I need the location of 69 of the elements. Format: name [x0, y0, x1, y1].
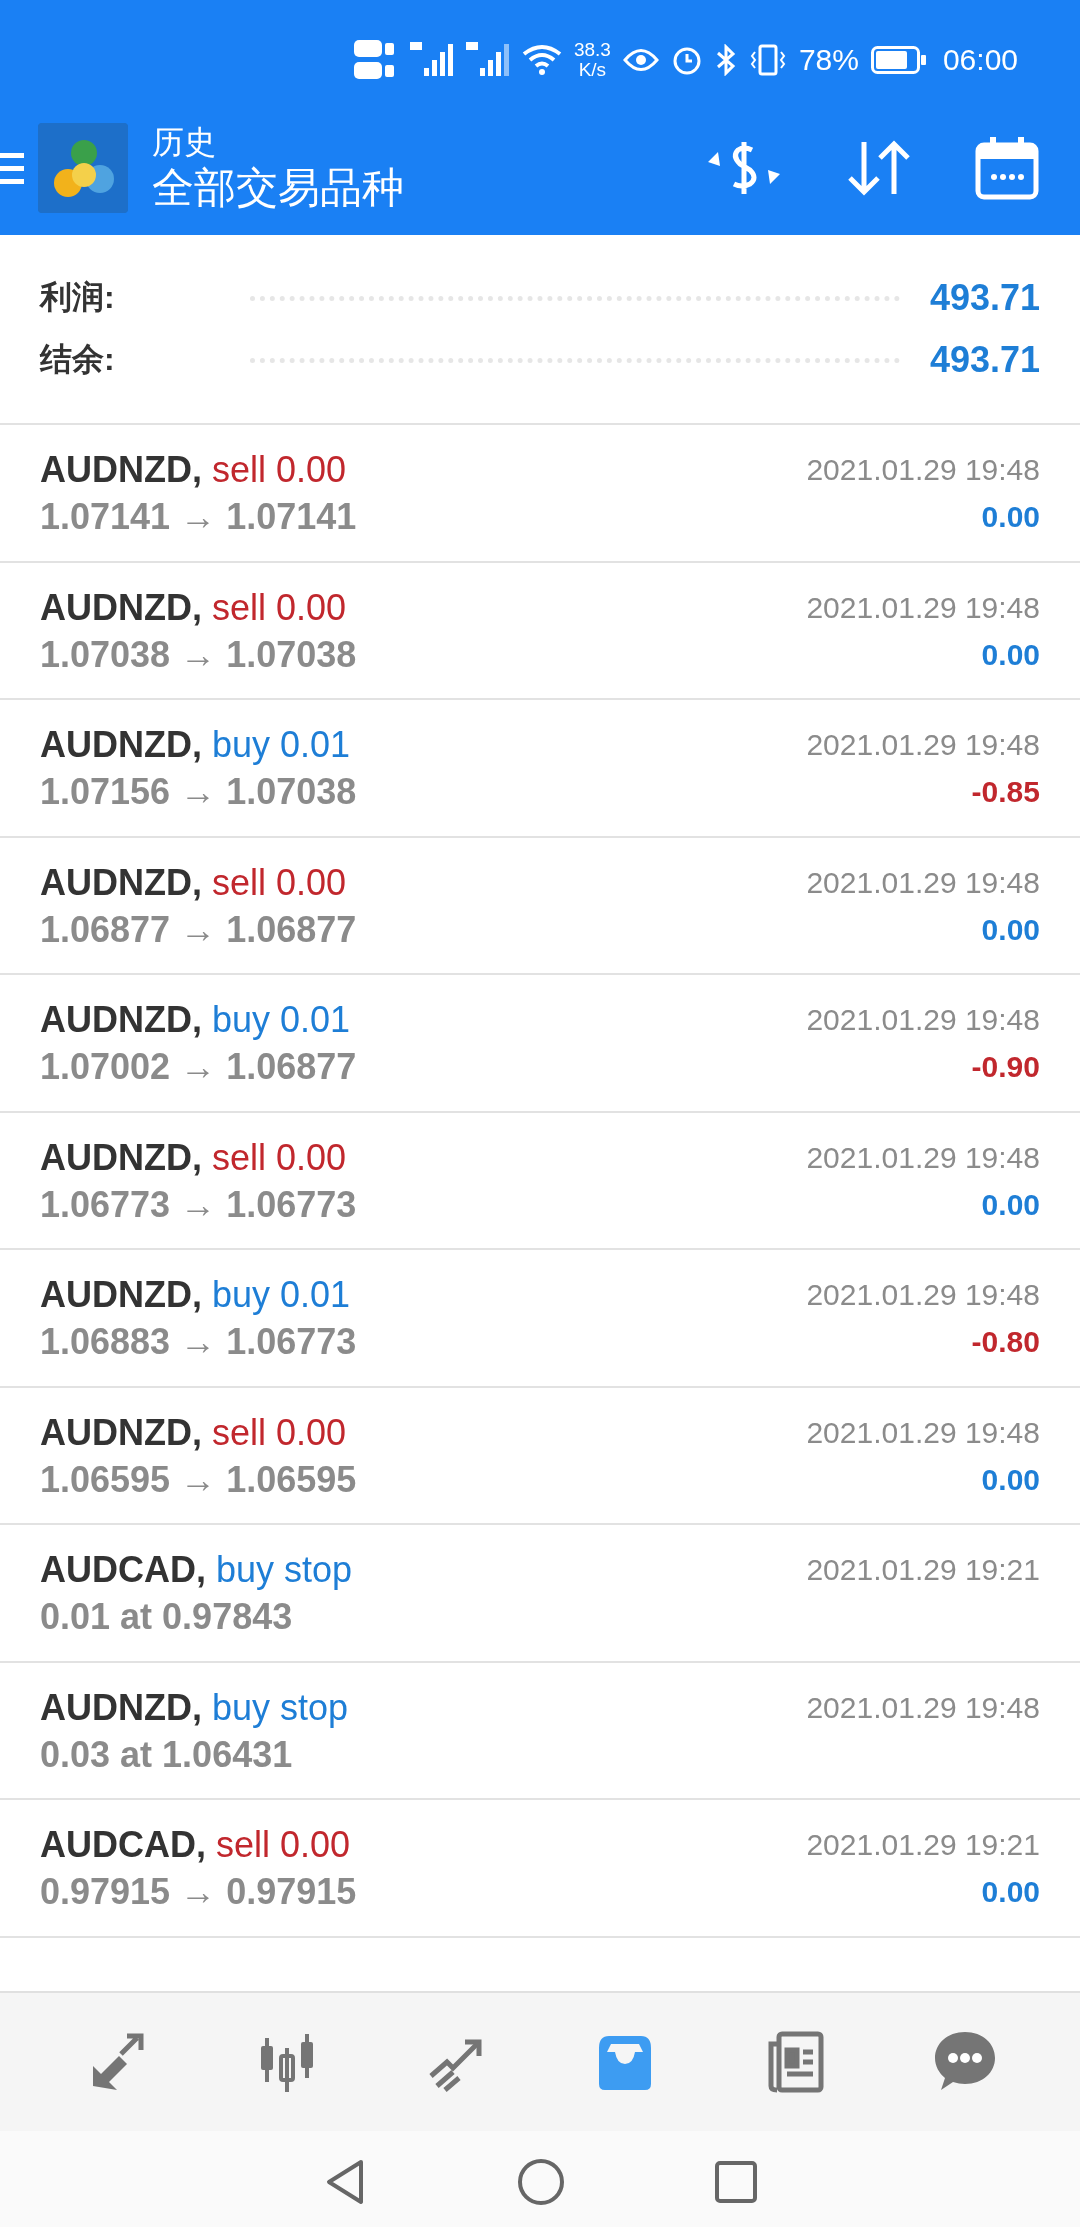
trade-title: AUDNZD, sell 0.00 [40, 585, 348, 630]
trade-detail: 0.01 at 0.97843 [40, 1595, 294, 1639]
trade-detail: 1.07141 → 1.07141 [40, 495, 357, 539]
screen-title: 历史 [152, 122, 217, 162]
trade-time: 2021.01.29 19:48 [806, 589, 1040, 626]
trade-detail: 0.03 at 1.06431 [40, 1732, 294, 1777]
summary-label: 结余: [40, 340, 116, 379]
clock-time: 06:00 [942, 43, 1018, 77]
trade-title: AUDNZD, buy stop [40, 1685, 349, 1730]
inbox-icon [599, 2035, 651, 2090]
symbol-filter[interactable]: 全部交易品种 [152, 161, 704, 214]
trade-profit: 0.00 [981, 499, 1040, 535]
bluetooth-icon [714, 44, 737, 76]
battery-level: 78% [798, 43, 859, 77]
eye-icon [622, 47, 659, 73]
chat-bubble-icon [935, 2031, 995, 2090]
app-logo-icon[interactable] [38, 122, 128, 213]
trade-profit: 0.00 [981, 911, 1040, 948]
trade-detail: 0.97915 → 0.97915 [40, 1870, 357, 1914]
vibrate-icon [748, 44, 787, 76]
trade-profit: -0.85 [971, 774, 1040, 810]
trade-time: 2021.01.29 19:48 [806, 727, 1040, 763]
trade-title: AUDNZD, sell 0.00 [40, 860, 348, 905]
trade-time: 2021.01.29 19:48 [806, 1689, 1040, 1726]
trade-title: AUDNZD, sell 0.00 [40, 448, 348, 492]
trade-detail: 1.06877 → 1.06877 [40, 907, 357, 952]
trade-detail: 1.06773 → 1.06773 [40, 1182, 357, 1227]
trade-time: 2021.01.29 19:48 [806, 1277, 1040, 1313]
trade-profit: 0.00 [981, 1874, 1040, 1910]
trade-profit: -0.90 [971, 1049, 1040, 1085]
trade-detail: 1.06883 → 1.06773 [40, 1320, 357, 1364]
trade-title: AUDCAD, buy stop [40, 1548, 353, 1592]
candlestick-icon [261, 2033, 313, 2092]
trade-time: 2021.01.29 19:21 [806, 1552, 1040, 1588]
signal-icon [465, 42, 510, 78]
trade-time: 2021.01.29 19:21 [806, 1827, 1040, 1863]
calendar-icon[interactable] [974, 134, 1040, 201]
summary-label: 利润: [40, 278, 116, 317]
trade-title: AUDNZD, buy 0.01 [40, 998, 352, 1042]
trade-title: AUDNZD, sell 0.00 [40, 1410, 348, 1455]
signal-icon [409, 42, 454, 78]
trade-time: 2021.01.29 19:48 [806, 1002, 1040, 1038]
trade-time: 2021.01.29 19:48 [806, 1414, 1040, 1451]
trade-profit: 0.00 [981, 1186, 1040, 1223]
newspaper-icon [768, 2031, 824, 2092]
trade-time: 2021.01.29 19:48 [806, 1139, 1040, 1176]
trade-detail: 1.07002 → 1.06877 [40, 1045, 357, 1089]
home-icon[interactable] [517, 2157, 565, 2206]
trade-profit: 0.00 [981, 1461, 1040, 1498]
trade-title: AUDCAD, sell 0.00 [40, 1823, 352, 1867]
trade-detail: 1.06595 → 1.06595 [40, 1457, 357, 1502]
trade-time: 2021.01.29 19:48 [806, 452, 1040, 488]
battery-icon [870, 46, 927, 74]
trade-title: AUDNZD, buy 0.01 [40, 1273, 352, 1317]
summary-value: 493.71 [929, 339, 1040, 381]
trend-line-icon [429, 2039, 482, 2092]
network-speed: 38.3 K/s [573, 40, 611, 80]
summary-value: 493.71 [929, 277, 1040, 319]
menu-icon[interactable] [0, 150, 24, 185]
trade-profit: -0.80 [971, 1324, 1040, 1360]
wifi-icon [521, 44, 562, 76]
trade-title: AUDNZD, buy 0.01 [40, 723, 352, 767]
double-arrow-icon [93, 2033, 144, 2090]
trade-title: AUDNZD, sell 0.00 [40, 1135, 348, 1180]
trade-detail: 1.07156 → 1.07038 [40, 770, 357, 814]
trade-time: 2021.01.29 19:48 [806, 864, 1040, 901]
trade-profit: 0.00 [981, 636, 1040, 673]
trade-detail: 1.07038 → 1.07038 [40, 632, 357, 677]
recents-icon[interactable] [715, 2160, 757, 2203]
